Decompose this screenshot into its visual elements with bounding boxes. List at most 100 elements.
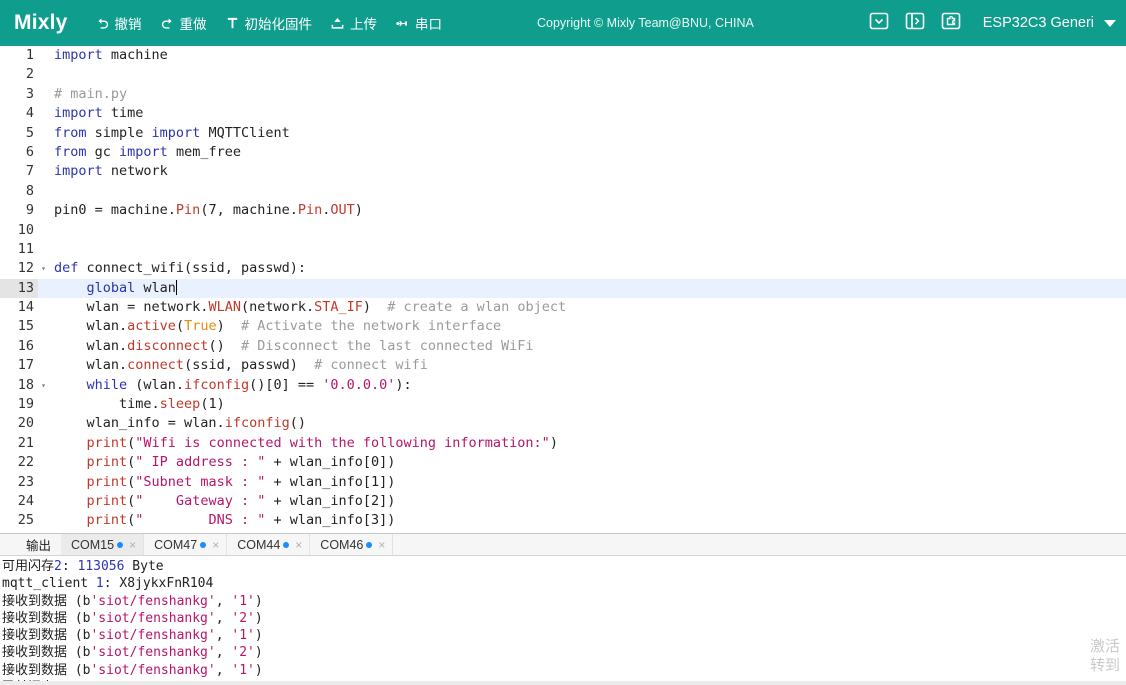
toggle-panel-button[interactable]	[902, 10, 928, 36]
close-icon[interactable]: ×	[129, 538, 136, 552]
code-token: import	[54, 163, 103, 180]
code-editor[interactable]: 1 import machine 2 3 # main.py 4 import time 5 f…	[0, 46, 1126, 533]
code-token: STA_IF	[314, 299, 363, 316]
code-token: (wlan.	[127, 376, 185, 393]
code-line[interactable]: 17 wlan.connect(ssid, passwd) # connect …	[0, 356, 1126, 376]
code-line[interactable]: 24 print(" Gateway : " + wlan_info[2])	[0, 491, 1126, 512]
extensions-button[interactable]	[938, 10, 964, 36]
code-line[interactable]: 13 global wlan	[0, 278, 1126, 299]
code-line[interactable]: 1 import machine	[0, 46, 1126, 66]
fold-toggle-icon[interactable]: ▾	[38, 376, 49, 395]
code-line[interactable]: 25 print(" DNS : " + wlan_info[3])	[0, 511, 1126, 531]
code-line[interactable]: 10	[0, 220, 1126, 240]
code-token: )	[549, 434, 558, 451]
code-line[interactable]: 8	[0, 181, 1126, 202]
redo-label: 重做	[179, 17, 207, 32]
code-text: from simple import MQTTClient	[49, 124, 1126, 143]
serial-port-button[interactable]: 串口	[386, 9, 451, 37]
output-tab[interactable]: COM44 ×	[227, 534, 311, 555]
save-button[interactable]	[866, 10, 892, 36]
code-line[interactable]: 3 # main.py	[0, 84, 1126, 105]
output-tab[interactable]: COM47 ×	[144, 534, 228, 555]
code-text: time.sleep(1)	[49, 395, 1126, 414]
code-token: global	[86, 279, 136, 296]
undo-button[interactable]: 撤销	[86, 9, 151, 37]
code-token: ()	[289, 415, 306, 432]
console-token: '2'	[231, 645, 255, 661]
code-line[interactable]: 6 from gc import mem_free	[0, 142, 1126, 163]
line-number: 5	[0, 123, 38, 143]
code-token: from	[54, 143, 87, 160]
code-line[interactable]: 20 wlan_info = wlan.ifconfig()	[0, 414, 1126, 434]
upload-icon	[330, 16, 345, 31]
line-number: 14	[0, 298, 38, 318]
line-number: 19	[0, 395, 38, 415]
horizontal-scrollbar[interactable]	[0, 681, 1126, 685]
console-token: 接收到数据 (b	[2, 645, 91, 661]
code-token: + wlan_info[2])	[265, 492, 396, 509]
close-icon[interactable]: ×	[295, 538, 302, 552]
code-token: ifconfig	[224, 415, 290, 432]
code-token: time.	[54, 396, 160, 413]
code-line[interactable]: 11	[0, 239, 1126, 260]
code-line[interactable]: 16 wlan.disconnect() # Disconnect the la…	[0, 336, 1126, 357]
output-tab[interactable]: COM46 ×	[310, 534, 394, 555]
code-text: print("Wifi is connected with the follow…	[49, 434, 1126, 453]
code-line[interactable]: 23 print("Subnet mask : " + wlan_info[1]…	[0, 472, 1126, 492]
connection-status-dot	[283, 541, 290, 548]
console-line: 可用闪存2: 113056 Byte	[2, 558, 1126, 575]
close-icon[interactable]: ×	[378, 538, 385, 552]
close-icon[interactable]: ×	[212, 538, 219, 552]
code-line[interactable]: 19 time.sleep(1)	[0, 395, 1126, 415]
code-line[interactable]: 5 from simple import MQTTClient	[0, 123, 1126, 143]
code-line[interactable]: 22 print(" IP address : " + wlan_info[0]…	[0, 453, 1126, 473]
toolbar-right-group: ESP32C3 Generi	[861, 0, 1126, 46]
code-token: import	[54, 105, 103, 122]
console-token: ,	[215, 662, 232, 678]
line-number: 2	[0, 65, 38, 85]
puzzle-icon	[940, 10, 962, 37]
code-line[interactable]: 4 import time	[0, 104, 1126, 124]
code-token: print	[86, 492, 128, 509]
console-token: : X8jykxFnR104	[103, 576, 214, 592]
code-line[interactable]: 12 ▾ def connect_wifi(ssid, passwd):	[0, 259, 1126, 279]
fold-toggle-icon[interactable]: ▾	[38, 259, 49, 278]
code-token: OUT	[330, 202, 355, 219]
console-line: 接收到数据 (b'siot/fenshankg', '1')	[2, 662, 1126, 679]
connection-status-dot	[117, 541, 124, 548]
redo-button[interactable]: 重做	[151, 9, 216, 37]
console-token: 接收到数据 (b	[2, 662, 91, 678]
code-line[interactable]: 14 wlan = network.WLAN(network.STA_IF) #…	[0, 298, 1126, 318]
output-tab-label[interactable]: 输出	[0, 534, 62, 555]
mixly-app-window: Mixly 撤销 重做 初始化固件 上传 串口 Copyright © Mixl…	[0, 0, 1126, 685]
code-token: wlan_info = wlan.	[54, 415, 225, 432]
code-text: print("Subnet mask : " + wlan_info[1])	[49, 473, 1126, 492]
code-line[interactable]: 18 ▾ while (wlan.ifconfig()[0] == '0.0.0.…	[0, 375, 1126, 396]
line-number: 25	[0, 511, 38, 531]
code-token: ):	[395, 376, 412, 393]
code-token: def	[54, 260, 79, 277]
code-token: (ssid, passwd)	[184, 357, 315, 374]
code-token: # create a wlan object	[387, 299, 567, 316]
init-firmware-label: 初始化固件	[244, 17, 313, 32]
line-number: 18	[0, 375, 38, 396]
console-line: 接收到数据 (b'siot/fenshankg', '1')	[2, 593, 1126, 610]
code-token: pin0 = machine.	[54, 202, 176, 219]
code-line[interactable]: 15 wlan.active(True) # Activate the netw…	[0, 317, 1126, 337]
init-firmware-button[interactable]: 初始化固件	[216, 9, 322, 37]
line-number: 1	[0, 46, 38, 66]
code-line[interactable]: 9 pin0 = machine.Pin(7, machine.Pin.OUT)	[0, 201, 1126, 221]
code-token: )	[362, 299, 388, 316]
upload-label: 上传	[350, 17, 378, 32]
code-token: # Activate the network interface	[240, 318, 502, 335]
line-number: 7	[0, 162, 38, 182]
code-line[interactable]: 2	[0, 65, 1126, 85]
board-selector[interactable]: ESP32C3 Generi	[983, 15, 1116, 31]
code-line[interactable]: 7 import network	[0, 162, 1126, 182]
code-line[interactable]: 21 print("Wifi is connected with the fol…	[0, 433, 1126, 454]
line-number: 16	[0, 336, 38, 357]
upload-button[interactable]: 上传	[321, 9, 386, 37]
output-tab[interactable]: COM15 ×	[61, 534, 145, 555]
console-token: 'siot/fenshankg'	[90, 610, 216, 626]
